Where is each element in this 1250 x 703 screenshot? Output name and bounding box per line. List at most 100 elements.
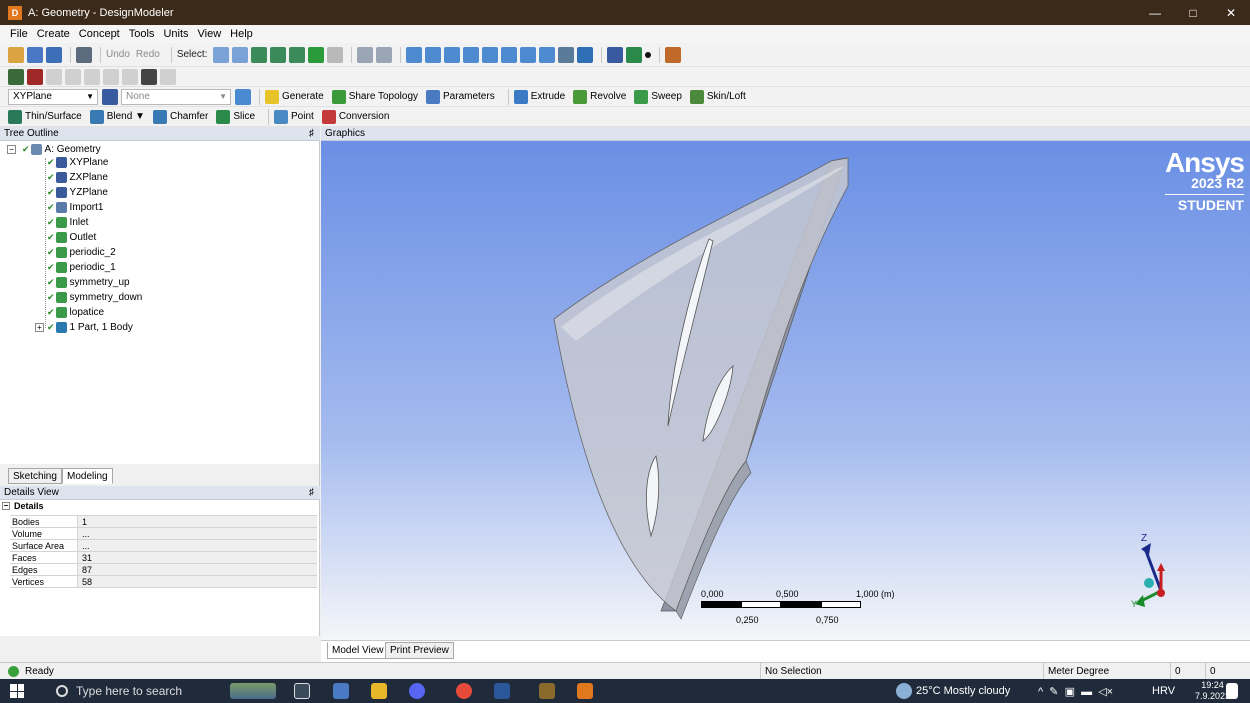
save-as-icon[interactable]	[46, 46, 62, 63]
select-faces-icon[interactable]	[289, 46, 306, 63]
tree-item-part-body[interactable]: ✔ 1 Part, 1 Body	[47, 321, 133, 334]
blend-button[interactable]: Blend ▼	[89, 109, 145, 124]
file-explorer-icon[interactable]	[371, 683, 387, 699]
edge-joints-icon[interactable]	[46, 68, 62, 85]
tree-item-geometry[interactable]: ✔ A: Geometry	[22, 143, 101, 156]
chamfer-button[interactable]: Chamfer	[152, 109, 208, 124]
menu-units[interactable]: Units	[163, 28, 188, 40]
axis-triad[interactable]: Z Y	[1131, 521, 1211, 621]
pin-details-icon[interactable]: ♯	[309, 487, 314, 498]
tab-modeling[interactable]: Modeling	[62, 468, 113, 484]
menu-view[interactable]: View	[198, 28, 222, 40]
pin-panel-icon[interactable]: ♯	[309, 128, 314, 139]
vertex-icon[interactable]	[84, 68, 100, 85]
tree-item-symmetry-down[interactable]: ✔ symmetry_down	[47, 291, 142, 304]
tree-item-symmetry-up[interactable]: ✔ symmetry_up	[47, 276, 130, 289]
tree-item-inlet[interactable]: ✔ Inlet	[47, 216, 88, 229]
tree-item-outlet[interactable]: ✔ Outlet	[47, 231, 96, 244]
sketch-select[interactable]: None ▼	[121, 88, 231, 105]
menu-concept[interactable]: Concept	[79, 28, 120, 40]
new-plane-icon[interactable]	[102, 88, 118, 105]
display-edges-icon[interactable]	[27, 68, 43, 85]
select-mode-icon[interactable]	[213, 46, 230, 63]
box-zoom-icon[interactable]	[501, 46, 518, 63]
tree-item-yzplane[interactable]: ✔ YZPlane	[47, 186, 108, 199]
language-indicator[interactable]: HRV	[1152, 679, 1175, 703]
menu-tools[interactable]: Tools	[129, 28, 155, 40]
thin-surface-button[interactable]: Thin/Surface	[8, 109, 82, 124]
collapse-root-icon[interactable]: −	[7, 145, 16, 154]
windows-apps-icon[interactable]	[333, 683, 349, 699]
screenshot-icon[interactable]	[76, 46, 92, 63]
display-color-icon[interactable]	[8, 68, 24, 85]
workbench-icon[interactable]	[539, 683, 555, 699]
generate-button[interactable]: Generate	[265, 89, 324, 104]
conversion-button[interactable]: Conversion	[321, 109, 389, 124]
expand-part-icon[interactable]: +	[35, 323, 44, 332]
share-topology-button[interactable]: Share Topology	[331, 89, 418, 104]
menu-file[interactable]: File	[10, 28, 28, 40]
zoom-fit-icon[interactable]	[520, 46, 537, 63]
collapse-icon[interactable]	[376, 46, 393, 63]
dot-icon[interactable]	[645, 51, 652, 58]
menu-create[interactable]: Create	[37, 28, 70, 40]
designmodeler-taskbar-icon[interactable]	[577, 683, 593, 699]
help-icon[interactable]	[665, 46, 682, 63]
close-button[interactable]: ✕	[1212, 0, 1250, 25]
chrome-icon[interactable]	[456, 683, 472, 699]
select-edges-icon[interactable]	[270, 46, 287, 63]
details-section[interactable]: − Details	[2, 501, 44, 511]
point-button[interactable]: Point	[274, 109, 314, 124]
parameters-button[interactable]: Parameters	[426, 89, 495, 104]
plane-icon[interactable]	[160, 68, 176, 85]
edge-direction-icon[interactable]	[65, 68, 81, 85]
tree-item-xyplane[interactable]: ✔ XYPlane	[47, 156, 108, 169]
new-sketch-icon[interactable]	[235, 88, 251, 105]
landscape-widget-icon[interactable]	[230, 683, 276, 699]
expand-icon[interactable]	[357, 46, 374, 63]
pin-icon[interactable]	[141, 68, 157, 85]
redo-button[interactable]: Redo	[136, 49, 160, 60]
discord-icon[interactable]	[409, 683, 425, 699]
tab-sketching[interactable]: Sketching	[8, 468, 62, 484]
tree-item-zxplane[interactable]: ✔ ZXPlane	[47, 171, 108, 184]
zoom-out-icon[interactable]	[482, 46, 499, 63]
select-filter-icon[interactable]	[232, 46, 249, 63]
select-points-icon[interactable]	[251, 46, 268, 63]
tree-item-periodic-1[interactable]: ✔ periodic_1	[47, 261, 116, 274]
edge-style-icon[interactable]	[103, 68, 119, 85]
system-tray-icons[interactable]: ^ ✎ ▣ ▬ ◁×	[1038, 679, 1113, 703]
graphics-viewport[interactable]: Ansys 2023 R2 STUDENT 0,000 0,500 1,000 …	[321, 141, 1250, 640]
zoom-in-icon[interactable]	[463, 46, 480, 63]
slice-button[interactable]: Slice	[216, 109, 255, 124]
zoom-icon[interactable]	[444, 46, 461, 63]
display-mode-icon[interactable]	[626, 46, 643, 63]
pan-icon[interactable]	[425, 46, 442, 63]
isometric-view-icon[interactable]	[558, 46, 575, 63]
save-icon[interactable]	[27, 46, 43, 63]
magnifier-icon[interactable]	[539, 46, 556, 63]
minimize-button[interactable]: —	[1136, 0, 1174, 25]
skin-loft-button[interactable]: Skin/Loft	[689, 89, 746, 104]
revolve-button[interactable]: Revolve	[573, 89, 626, 104]
sweep-button[interactable]: Sweep	[634, 89, 682, 104]
status-units[interactable]: Meter Degree	[1043, 663, 1163, 680]
plane-select[interactable]: XYPlane ▼	[8, 88, 98, 105]
rotate-icon[interactable]	[406, 46, 423, 63]
tab-model-view[interactable]: Model View	[327, 642, 389, 659]
word-icon[interactable]	[494, 683, 510, 699]
new-icon[interactable]	[8, 46, 24, 63]
weather-text[interactable]: 25°C Mostly cloudy	[916, 679, 1010, 703]
extend-selection-icon[interactable]	[327, 46, 344, 63]
menu-help[interactable]: Help	[230, 28, 253, 40]
windows-start-icon[interactable]	[10, 684, 24, 698]
undo-button[interactable]: Undo	[106, 49, 130, 60]
extrude-button[interactable]: Extrude	[513, 89, 565, 104]
notification-icon[interactable]	[1226, 683, 1238, 699]
edge-filter-icon[interactable]	[122, 68, 138, 85]
tree-item-import1[interactable]: ✔ Import1	[47, 201, 103, 214]
maximize-button[interactable]: □	[1174, 0, 1212, 25]
blade-passage-model[interactable]	[321, 141, 1250, 640]
select-bodies-icon[interactable]	[308, 46, 325, 63]
taskbar-search[interactable]: Type here to search	[44, 679, 224, 703]
